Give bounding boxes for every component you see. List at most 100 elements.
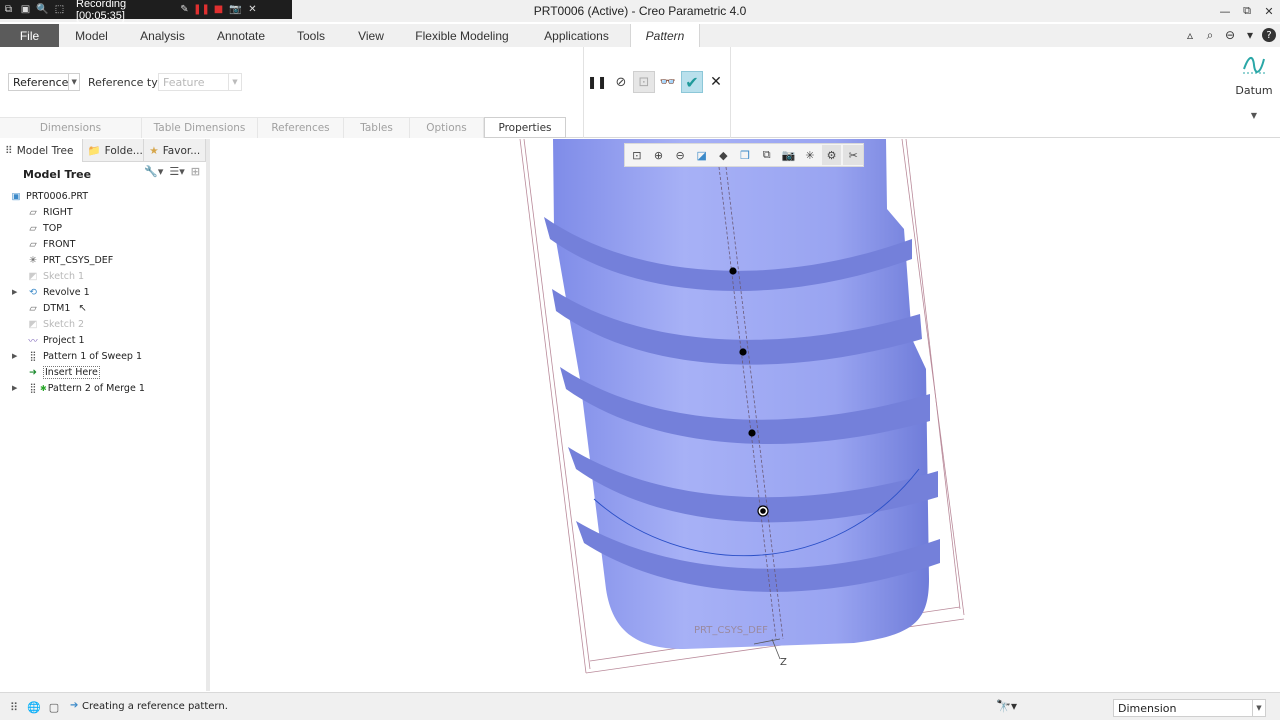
datum-plane-icon: ▱ — [29, 206, 37, 218]
tree-item-dtm1[interactable]: ▱ DTM1 ↖ — [0, 300, 206, 316]
chevron-down-icon: ▼ — [68, 74, 79, 90]
tab-applications[interactable]: Applications — [523, 24, 630, 47]
chevron-down-icon: ▼ — [1252, 700, 1265, 716]
subtab-dimensions[interactable]: Dimensions — [0, 117, 142, 138]
tree-item-pattern-2[interactable]: ▶ ⣿ ✱ Pattern 2 of Merge 1 — [0, 380, 206, 396]
close-icon[interactable]: ✕ — [1258, 0, 1280, 22]
title-bar: ⧉ ▣ 🔍 ⬚ Recording [00:05:35] ✎ ❚❚ ■ 📷 ✕ … — [0, 0, 1280, 22]
zoom-in-icon[interactable]: ⊕ — [649, 145, 669, 165]
csys-label: PRT_CSYS_DEF — [694, 625, 768, 636]
ribbon-tabs: File Model Analysis Annotate Tools View … — [0, 24, 1280, 47]
tree-item-pattern-1[interactable]: ▶ ⣿ Pattern 1 of Sweep 1 — [0, 348, 206, 364]
graphics-toolbar: ⊡ ⊕ ⊖ ◪ ◆ ❒ ⧉ 📷 ✳ ⚙ ✂ — [624, 143, 864, 167]
find-icon[interactable]: 🔭▾ — [996, 699, 1017, 713]
perspective-icon[interactable]: 📷 — [778, 145, 798, 165]
minimize-icon[interactable]: — — [1214, 0, 1236, 22]
model-geometry — [519, 139, 965, 674]
tree-item-project-1[interactable]: 〰 Project 1 — [0, 332, 206, 348]
revolve-icon: ⟲ — [29, 286, 37, 298]
fullscreen-icon[interactable]: ▢ — [46, 699, 62, 715]
ribbon-body: Reference ▼ Reference type Feature ▼ ❚❚ … — [0, 47, 1280, 138]
help-icon[interactable]: ? — [1262, 28, 1276, 42]
tree-item-csys[interactable]: ✳ PRT_CSYS_DEF — [0, 252, 206, 268]
reference-type-select[interactable]: Feature ▼ — [158, 73, 242, 91]
ok-checkmark-icon[interactable]: ✔ — [681, 71, 703, 93]
tab-view[interactable]: View — [341, 24, 401, 47]
tab-file[interactable]: File — [0, 24, 59, 47]
annotation-display-icon[interactable]: ⚙ — [821, 145, 842, 165]
display-style-icon[interactable]: ◆ — [714, 145, 734, 165]
selection-filter-select[interactable]: Dimension ▼ — [1113, 699, 1266, 717]
sketch-icon: ◩ — [28, 270, 38, 282]
tree-filter-icon[interactable]: ⊞ — [191, 165, 200, 178]
search-icon[interactable]: ⌕ — [1202, 26, 1218, 44]
community-icon[interactable]: ⊖ — [1222, 26, 1238, 44]
ribbon-separator — [730, 47, 731, 138]
maximize-icon[interactable]: ⧉ — [1236, 0, 1258, 22]
tree-item-sketch-1[interactable]: ◩ Sketch 1 — [0, 268, 206, 284]
tab-model-tree[interactable]: ⠿ Model Tree — [0, 139, 83, 162]
active-feature-icon: ✱ — [40, 383, 47, 393]
verify-icon[interactable]: ⊡ — [633, 71, 655, 93]
favorites-icon: ★ — [149, 144, 159, 157]
tree-item-insert-here[interactable]: ➜ Insert Here — [0, 364, 206, 380]
tree-item-part[interactable]: ▣ PRT0006.PRT — [0, 188, 206, 204]
datum-group[interactable]: Datum ▼ — [1232, 53, 1276, 120]
tree-item-top[interactable]: ▱ TOP — [0, 220, 206, 236]
glasses-icon[interactable]: 👓 — [657, 71, 679, 93]
tab-flexible-modeling[interactable]: Flexible Modeling — [401, 24, 523, 47]
chevron-down-icon[interactable]: ▼ — [1232, 111, 1276, 120]
tree-tools-icon[interactable]: 🔧▾ — [144, 165, 163, 178]
status-bar: ⠿ 🌐 ▢ ➔ Creating a reference pattern. 🔭▾… — [0, 692, 1280, 720]
spin-center-icon[interactable]: ✂ — [843, 145, 864, 165]
cancel-x-icon[interactable]: ✕ — [705, 71, 727, 93]
refit-icon[interactable]: ⊡ — [627, 145, 647, 165]
model-tree-icon: ⠿ — [5, 144, 13, 157]
project-icon: 〰 — [28, 336, 38, 347]
browser-toggle-icon[interactable]: 🌐 — [26, 699, 42, 715]
view-manager-icon[interactable]: ⧉ — [757, 145, 777, 165]
datum-display-icon[interactable]: ✳ — [800, 145, 820, 165]
subtab-tables[interactable]: Tables — [344, 117, 410, 138]
saved-orientations-icon[interactable]: ❒ — [735, 145, 755, 165]
tree-settings-icon[interactable]: ☰▾ — [169, 165, 184, 178]
datum-plane-icon: ▱ — [29, 222, 37, 234]
window-title: PRT0006 (Active) - Creo Parametric 4.0 — [533, 4, 747, 18]
expand-icon[interactable]: ▶ — [12, 352, 20, 360]
no-preview-icon[interactable]: ⊘ — [610, 71, 632, 93]
subtab-table-dimensions[interactable]: Table Dimensions — [142, 117, 258, 138]
pattern-type-select[interactable]: Reference ▼ — [8, 73, 80, 91]
dropdown-icon[interactable]: ▾ — [1242, 26, 1258, 44]
tab-pattern[interactable]: Pattern — [630, 24, 700, 47]
tree-item-right[interactable]: ▱ RIGHT — [0, 204, 206, 220]
tab-tools[interactable]: Tools — [281, 24, 341, 47]
tab-analysis[interactable]: Analysis — [124, 24, 201, 47]
datum-curve-icon — [1243, 57, 1265, 74]
expand-icon[interactable]: ▶ — [12, 288, 20, 296]
tree-item-sketch-2[interactable]: ◩ Sketch 2 — [0, 316, 206, 332]
tab-folder-browser[interactable]: 📁 Folde... — [83, 139, 145, 162]
insert-arrow-icon: ➜ — [29, 366, 37, 378]
repaint-icon[interactable]: ◪ — [692, 145, 712, 165]
zoom-out-icon[interactable]: ⊖ — [670, 145, 690, 165]
model-tree-header: Model Tree 🔧▾ ☰▾ ⊞ — [23, 165, 200, 181]
ribbon-separator — [583, 47, 584, 138]
navigator-panel: ⠿ Model Tree 📁 Folde... ★ Favor... Model… — [0, 139, 210, 691]
subtab-properties[interactable]: Properties — [484, 117, 566, 138]
folder-icon: 📁 — [87, 145, 101, 157]
pause-icon[interactable]: ❚❚ — [586, 71, 608, 93]
sketch-icon: ◩ — [28, 318, 38, 330]
mouse-cursor-icon: ↖ — [78, 302, 87, 314]
tab-favorites[interactable]: ★ Favor... — [144, 139, 206, 162]
tab-model[interactable]: Model — [59, 24, 124, 47]
expand-icon[interactable]: ▶ — [12, 384, 20, 392]
chevron-down-icon: ▼ — [228, 74, 241, 90]
tab-annotate[interactable]: Annotate — [201, 24, 281, 47]
tree-item-revolve-1[interactable]: ▶ ⟲ Revolve 1 — [0, 284, 206, 300]
subtab-options[interactable]: Options — [410, 117, 484, 138]
subtab-references[interactable]: References — [258, 117, 344, 138]
collapse-ribbon-icon[interactable]: ▵ — [1182, 26, 1198, 44]
tree-item-front[interactable]: ▱ FRONT — [0, 236, 206, 252]
graphics-area[interactable]: PRT_CSYS_DEF Z ⊡ ⊕ ⊖ ◪ ◆ ❒ ⧉ 📷 ✳ ⚙ ✂ — [214, 139, 1280, 691]
navigator-toggle-icon[interactable]: ⠿ — [6, 699, 22, 715]
